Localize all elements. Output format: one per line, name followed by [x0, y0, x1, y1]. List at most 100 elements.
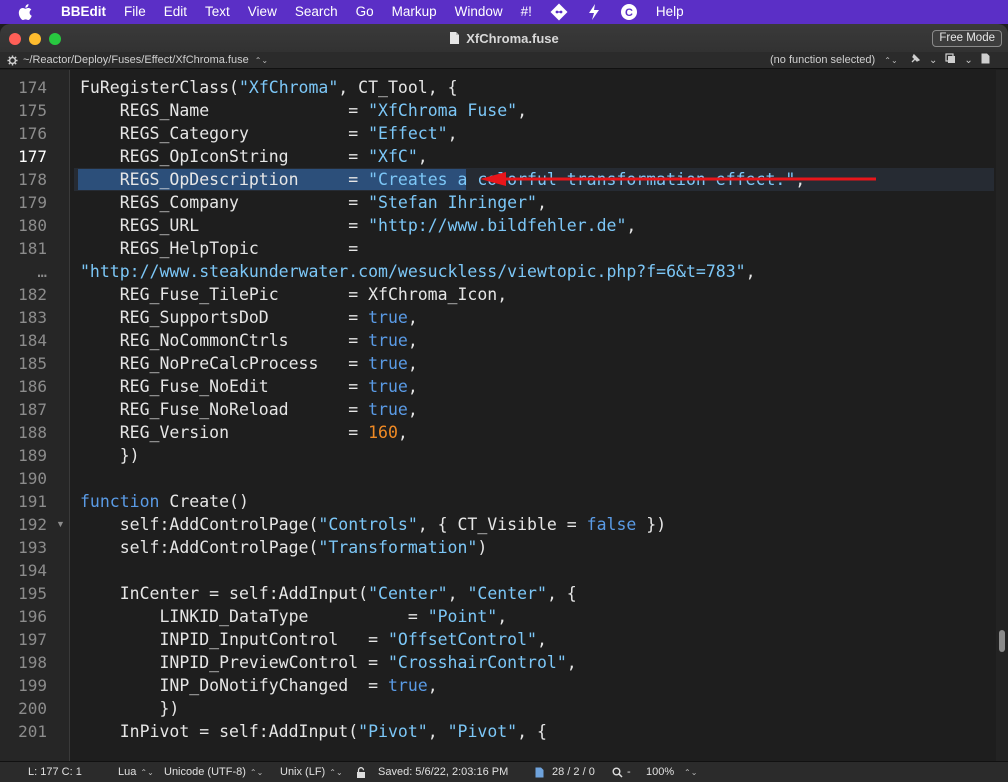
code-token: })	[80, 699, 180, 718]
code-line: self:AddControlPage("Transformation")	[80, 536, 488, 559]
path-popup-chevron-icon: ⌃⌄	[254, 55, 269, 65]
chevron-updown-icon: ⌃⌄	[329, 767, 343, 777]
zoom-out-minus[interactable]: -	[627, 766, 631, 778]
menu-window[interactable]: Window	[446, 0, 512, 24]
line-number: 194	[18, 561, 47, 580]
script-menu-icon[interactable]	[577, 0, 611, 24]
line-number: 187	[18, 400, 47, 419]
file-path-popup[interactable]: ~/Reactor/Deploy/Fuses/Effect/XfChroma.f…	[23, 54, 249, 66]
string-token: "Center"	[467, 584, 547, 603]
document-stats-icon[interactable]	[535, 767, 544, 778]
line-number: 190	[18, 469, 47, 488]
code-line: INP_DoNotifyChanged = true,	[80, 674, 437, 697]
window-title: XfChroma.fuse	[466, 30, 559, 46]
counterpart-icon[interactable]	[945, 53, 956, 67]
code-line: REG_NoPreCalcProcess = true,	[80, 352, 418, 375]
language-label: Lua	[118, 766, 137, 778]
string-token: "CrosshairControl"	[387, 653, 567, 672]
menu-markup[interactable]: Markup	[383, 0, 446, 24]
menu-shebang[interactable]: #!	[512, 0, 541, 24]
current-line-number: 177	[18, 147, 47, 166]
marker-icon[interactable]	[910, 53, 921, 67]
code-token: InCenter = self:AddInput(	[80, 584, 369, 603]
code-line: REGS_Company = "Stefan Ihringer",	[80, 191, 547, 214]
menu-view[interactable]: View	[239, 0, 286, 24]
string-token: "Pivot"	[358, 722, 428, 741]
code-line: REGS_OpIconString = "XfC",	[80, 145, 428, 168]
code-line: INPID_PreviewControl = "CrosshairControl…	[80, 651, 577, 674]
language-popup[interactable]: Lua ⌃⌄	[118, 766, 154, 778]
app-menu[interactable]: BBEdit	[52, 0, 115, 24]
code-line: function Create()	[80, 490, 249, 513]
lock-icon[interactable]	[356, 766, 366, 778]
line-number-gutter: 174 175 176 177 178 179 180 181 … 182 18…	[0, 70, 70, 761]
scrollbar-thumb[interactable]	[999, 630, 1005, 652]
code-token: REGS_OpIconString =	[80, 147, 369, 166]
code-token: FuRegisterClass(	[80, 78, 239, 97]
code-token: ,	[517, 101, 528, 120]
string-token: "XfC"	[368, 147, 418, 166]
git-menu-icon[interactable]	[541, 0, 577, 24]
function-popup[interactable]: (no function selected) ⌃⌄	[770, 54, 898, 66]
line-number: 175	[18, 101, 47, 120]
code-token: ,	[447, 124, 458, 143]
line-number: 195	[18, 584, 47, 603]
code-token: ,	[566, 653, 577, 672]
zoom-button[interactable]	[49, 33, 61, 45]
status-bar: L: 177 C: 1 Lua ⌃⌄ Unicode (UTF-8) ⌃⌄ Unix…	[0, 761, 1008, 782]
line-endings-popup[interactable]: Unix (LF) ⌃⌄	[280, 766, 343, 778]
menu-file[interactable]: File	[115, 0, 155, 24]
zoom-level[interactable]: 100%	[646, 766, 674, 778]
keyword-token: true	[368, 354, 408, 373]
code-token: REG_SupportsDoD =	[80, 308, 369, 327]
apple-menu-icon[interactable]	[18, 2, 38, 22]
free-mode-button[interactable]: Free Mode	[932, 30, 1002, 47]
vertical-scrollbar[interactable]	[996, 70, 1008, 761]
line-number: 197	[18, 630, 47, 649]
encoding-popup[interactable]: Unicode (UTF-8) ⌃⌄	[164, 766, 263, 778]
counterpart-chevron-icon: ⌄	[964, 54, 973, 66]
code-token: ,	[407, 331, 418, 350]
close-button[interactable]	[9, 33, 21, 45]
string-token: "Center"	[368, 584, 448, 603]
keyword-token: true	[368, 400, 408, 419]
line-number: 178	[18, 170, 47, 189]
code-token: ,	[745, 262, 756, 281]
code-token: self:AddControlPage(	[80, 515, 319, 534]
wrap-continuation-marker: …	[37, 262, 47, 281]
code-line: })	[80, 444, 140, 467]
magnifier-icon[interactable]	[612, 767, 623, 778]
code-token: REGS_URL =	[80, 216, 369, 235]
code-token: ,	[407, 308, 418, 327]
clippings-menu-icon[interactable]: C	[611, 0, 647, 24]
fold-triangle-icon[interactable]: ▼	[56, 513, 65, 536]
menu-help[interactable]: Help	[647, 0, 693, 24]
saved-timestamp: Saved: 5/6/22, 2:03:16 PM	[378, 766, 509, 778]
menu-edit[interactable]: Edit	[155, 0, 196, 24]
code-token: REGS_Company =	[80, 193, 369, 212]
document-info-icon[interactable]	[981, 53, 990, 67]
code-token: ,	[536, 630, 547, 649]
menu-search[interactable]: Search	[286, 0, 347, 24]
keyword-token: true	[387, 676, 428, 695]
cursor-position[interactable]: L: 177 C: 1	[28, 766, 82, 778]
code-token: REGS_Category =	[80, 124, 369, 143]
title-bar: XfChroma.fuse Free Mode	[0, 24, 1008, 52]
menu-text[interactable]: Text	[196, 0, 239, 24]
text-editor[interactable]: 174 175 176 177 178 179 180 181 … 182 18…	[0, 70, 1008, 761]
line-number: 174	[18, 78, 47, 97]
code-token: ,	[397, 423, 408, 442]
code-line: REGS_Category = "Effect",	[80, 122, 458, 145]
code-token: REGS_HelpTopic =	[80, 239, 359, 258]
zoom-chevron-icon: ⌃⌄	[684, 767, 698, 777]
function-popup-label: (no function selected)	[770, 54, 876, 66]
chevron-updown-icon: ⌃⌄	[140, 767, 154, 777]
menu-go[interactable]: Go	[347, 0, 383, 24]
code-line: REG_SupportsDoD = true,	[80, 306, 418, 329]
gear-icon[interactable]	[7, 54, 18, 66]
code-token: })	[80, 446, 140, 465]
code-token: ,	[626, 216, 637, 235]
code-token: ,	[407, 377, 418, 396]
line-number: 185	[18, 354, 47, 373]
minimize-button[interactable]	[29, 33, 41, 45]
